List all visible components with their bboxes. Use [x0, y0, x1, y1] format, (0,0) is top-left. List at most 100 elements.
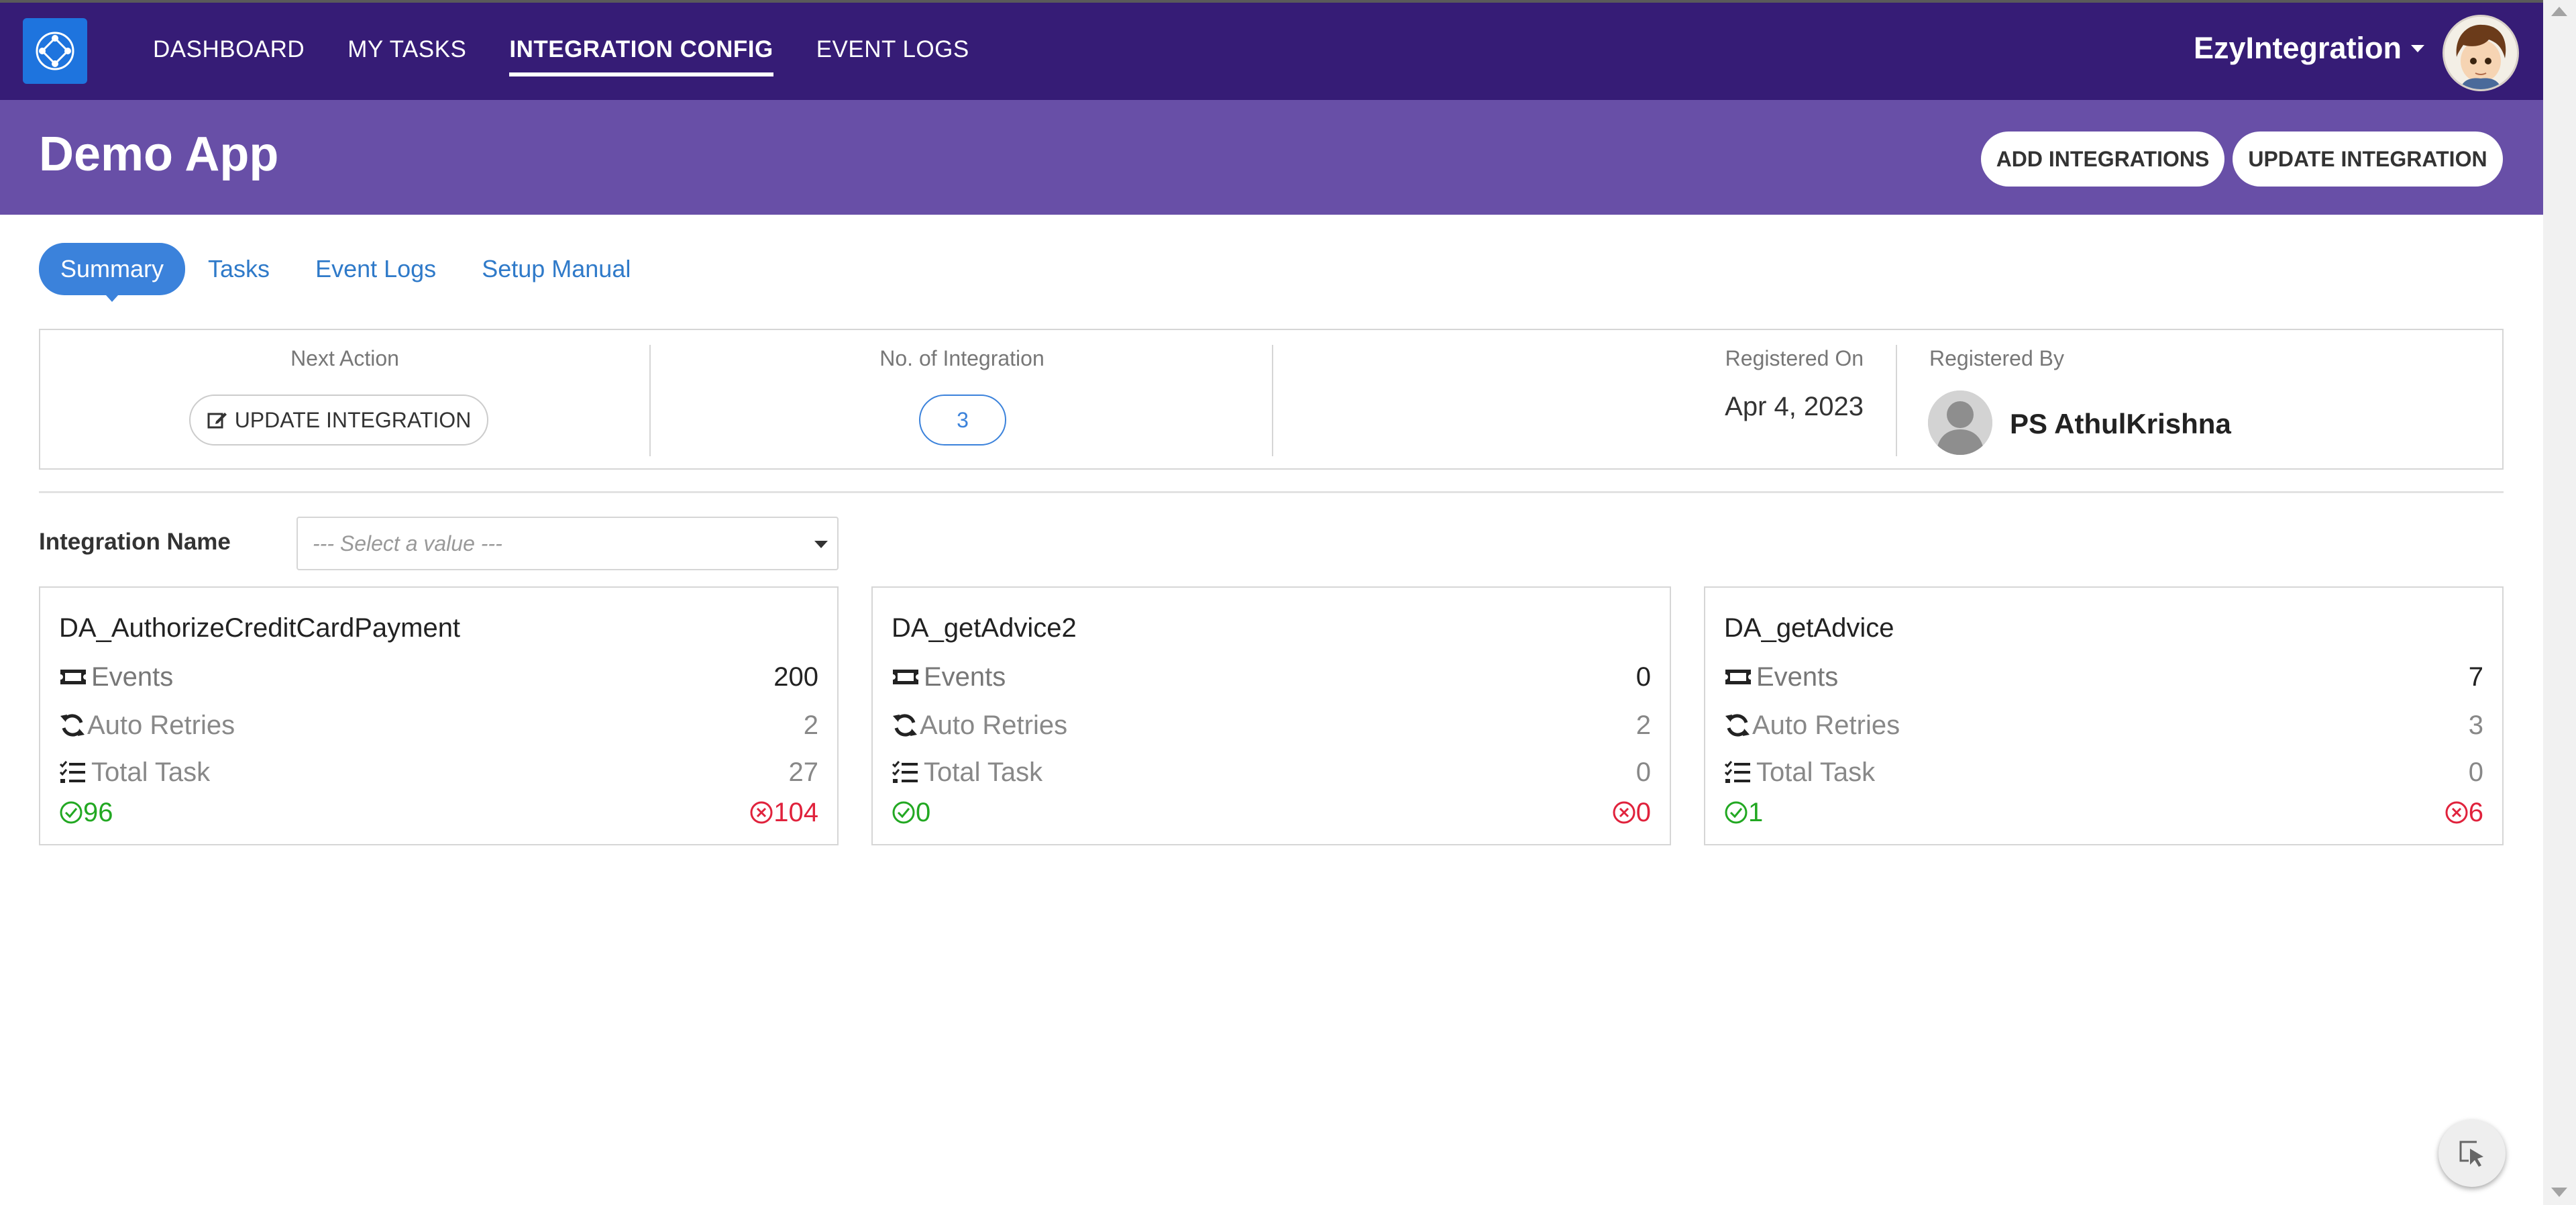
failed-count: 104 [749, 798, 818, 828]
main-nav: DASHBOARD MY TASKS INTEGRATION CONFIG EV… [153, 3, 1012, 100]
status-row: 96 104 [59, 796, 818, 829]
failed-count: 0 [1612, 798, 1651, 828]
scroll-down-arrow-icon[interactable] [2551, 1188, 2567, 1197]
check-circle-icon [892, 801, 915, 824]
tab-summary[interactable]: Summary [39, 243, 186, 302]
registered-on-label: Registered On [1725, 346, 1864, 370]
tab-setup-manual[interactable]: Setup Manual [482, 255, 631, 283]
success-count: 1 [1724, 798, 2445, 828]
integration-name-label: Integration Name [39, 529, 231, 555]
nav-integration-config[interactable]: INTEGRATION CONFIG [509, 36, 774, 76]
events-row: Events 0 [892, 660, 1651, 694]
success-value: 1 [1748, 797, 1764, 827]
auto-retries-count: 2 [1635, 710, 1651, 740]
add-integrations-button[interactable]: ADD INTEGRATIONS [1981, 132, 2224, 187]
total-task-count: 0 [1635, 757, 1651, 787]
success-value: 0 [916, 797, 931, 827]
app-logo[interactable] [23, 18, 87, 84]
registered-by-label: Registered By [1929, 346, 2064, 370]
user-placeholder-icon [1928, 390, 1992, 455]
next-action-update-button[interactable]: UPDATE INTEGRATION [189, 395, 488, 446]
success-count: 0 [892, 798, 1612, 828]
failed-count: 6 [2445, 798, 2483, 828]
x-circle-icon [1613, 801, 1635, 824]
dropdown-caret-icon [814, 541, 828, 548]
x-circle-icon [750, 801, 773, 824]
auto-retries-label: Auto Retries [920, 710, 1068, 740]
brand-name: EzyIntegration [2194, 31, 2402, 65]
total-task-count: 0 [2468, 757, 2483, 787]
edit-icon [207, 413, 227, 429]
checklist-icon [59, 759, 91, 786]
auto-retries-label: Auto Retries [87, 710, 235, 740]
check-circle-icon [60, 801, 83, 824]
section-divider [39, 491, 2504, 493]
tab-tasks[interactable]: Tasks [208, 255, 270, 283]
auto-retries-row: Auto Retries 3 [1724, 709, 2483, 742]
events-label: Events [924, 662, 1006, 692]
tab-event-logs[interactable]: Event Logs [315, 255, 436, 283]
nav-my-tasks[interactable]: MY TASKS [347, 36, 466, 67]
total-task-row: Total Task 0 [1724, 755, 2483, 789]
checklist-icon [892, 759, 924, 786]
avatar-illustration-icon [2445, 17, 2517, 89]
nav-event-logs[interactable]: EVENT LOGS [816, 36, 969, 67]
events-row: Events 7 [1724, 660, 2483, 694]
auto-retries-label: Auto Retries [1752, 710, 1900, 740]
registered-by-avatar [1928, 390, 1992, 455]
select-placeholder: --- Select a value --- [313, 531, 502, 556]
total-task-row: Total Task 0 [892, 755, 1651, 789]
page-header: Demo App ADD INTEGRATIONS UPDATE INTEGRA… [0, 100, 2543, 215]
user-avatar[interactable] [2443, 15, 2519, 91]
registered-by-column: Registered By PS AthulKrishna [1897, 330, 2501, 468]
floating-action-button[interactable] [2438, 1120, 2506, 1187]
vertical-scrollbar[interactable] [2543, 0, 2576, 1205]
integration-card[interactable]: DA_getAdvice2 Events 0 Auto Retries 2 To… [871, 586, 1671, 845]
events-label: Events [91, 662, 174, 692]
failed-value: 6 [2468, 797, 2483, 827]
events-count: 7 [2468, 662, 2483, 692]
check-circle-icon [1725, 801, 1748, 824]
account-menu[interactable]: EzyIntegration [2194, 31, 2425, 66]
total-task-label: Total Task [91, 757, 211, 787]
top-navbar: DASHBOARD MY TASKS INTEGRATION CONFIG EV… [0, 0, 2543, 100]
auto-retries-row: Auto Retries 2 [59, 709, 818, 742]
refresh-icon [1724, 712, 1752, 739]
page-title: Demo App [39, 127, 279, 181]
total-task-label: Total Task [1756, 757, 1876, 787]
nav-dashboard[interactable]: DASHBOARD [153, 36, 305, 67]
status-row: 1 6 [1724, 796, 2483, 829]
auto-retries-row: Auto Retries 2 [892, 709, 1651, 742]
next-action-button-label: UPDATE INTEGRATION [234, 407, 472, 432]
integration-name-select[interactable]: --- Select a value --- [297, 517, 839, 570]
integration-card[interactable]: DA_getAdvice Events 7 Auto Retries 3 Tot… [1704, 586, 2504, 845]
failed-value: 0 [1635, 797, 1651, 827]
success-count: 96 [59, 798, 749, 828]
integration-count-badge[interactable]: 3 [919, 395, 1006, 446]
ticket-icon [59, 664, 91, 690]
success-value: 96 [83, 797, 113, 827]
events-count: 0 [1635, 662, 1651, 692]
update-integration-button[interactable]: UPDATE INTEGRATION [2233, 132, 2503, 187]
integration-card[interactable]: DA_AuthorizeCreditCardPayment Events 200… [39, 586, 839, 845]
events-row: Events 200 [59, 660, 818, 694]
auto-retries-count: 3 [2468, 710, 2483, 740]
total-task-count: 27 [788, 757, 819, 787]
x-circle-icon [2445, 801, 2468, 824]
scroll-up-arrow-icon[interactable] [2551, 7, 2567, 16]
next-action-label: Next Action [290, 346, 399, 370]
ticket-icon [892, 664, 924, 690]
refresh-icon [59, 712, 87, 739]
total-task-row: Total Task 27 [59, 755, 818, 789]
events-label: Events [1756, 662, 1839, 692]
next-action-column: Next Action UPDATE INTEGRATION [40, 330, 649, 468]
integration-name: DA_getAdvice [1724, 613, 1894, 643]
refresh-icon [892, 712, 920, 739]
integration-name: DA_AuthorizeCreditCardPayment [59, 613, 461, 643]
registered-on-column: Registered On Apr 4, 2023 [1273, 330, 1897, 468]
auto-retries-count: 2 [803, 710, 818, 740]
failed-value: 104 [773, 797, 818, 827]
total-task-label: Total Task [924, 757, 1043, 787]
sub-tabs: Summary Tasks Event Logs Setup Manual [39, 243, 676, 302]
cursor-select-icon [2459, 1141, 2483, 1167]
